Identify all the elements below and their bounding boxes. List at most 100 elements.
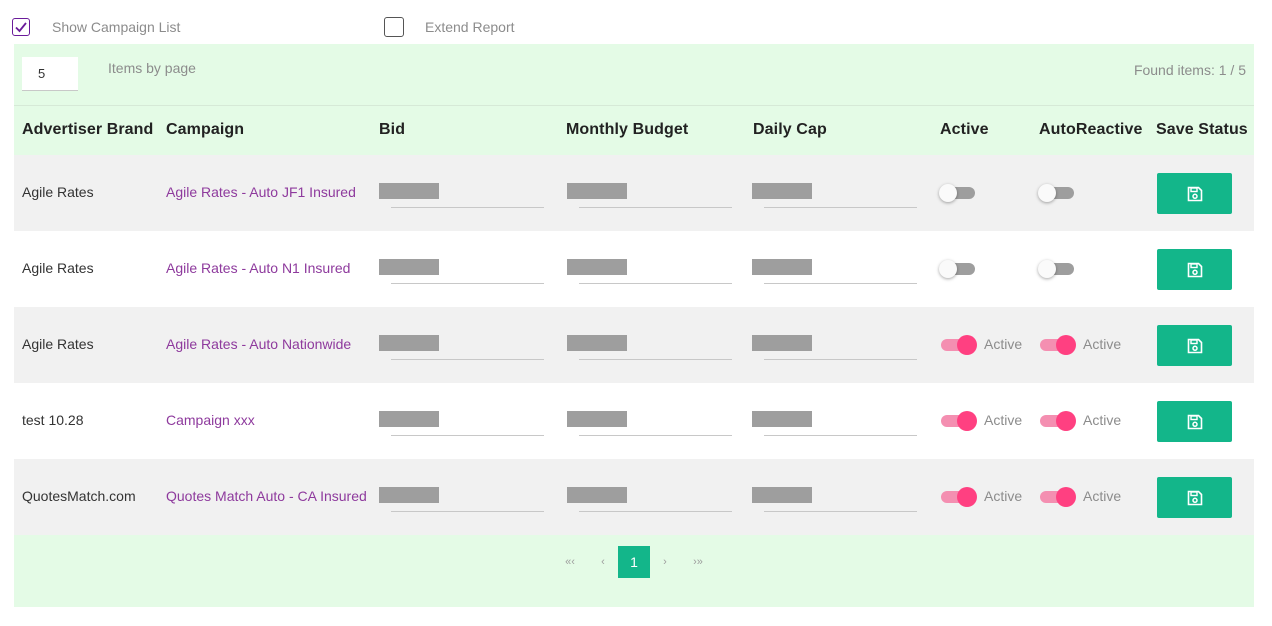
table-row: Agile Rates Agile Rates - Auto JF1 Insure… xyxy=(14,155,1254,231)
floppy-disk-icon xyxy=(1187,186,1202,201)
active-toggle-label: Active xyxy=(984,336,1023,352)
daily-cap-input[interactable] xyxy=(752,259,917,284)
advertiser-brand-cell: Agile Rates xyxy=(22,336,94,352)
found-items-count: Found items: 1 / 5 xyxy=(1133,62,1246,78)
bid-underline xyxy=(391,283,544,284)
monthly-budget-input[interactable] xyxy=(567,183,732,208)
autoreactive-toggle-label: Active xyxy=(1083,336,1122,352)
floppy-disk-icon xyxy=(1187,338,1202,353)
table-row: QuotesMatch.com Quotes Match Auto - CA In… xyxy=(14,459,1254,535)
autoreactive-toggle-knob xyxy=(1056,411,1076,431)
save-status-button[interactable] xyxy=(1157,401,1232,442)
pagination-next[interactable]: › xyxy=(654,546,676,578)
bid-value-redacted xyxy=(379,259,439,275)
pagination-last[interactable]: ›» xyxy=(686,546,710,578)
bid-value-redacted xyxy=(379,411,439,427)
campaign-link[interactable]: Agile Rates - Auto N1 Insured xyxy=(166,260,350,276)
save-status-button[interactable] xyxy=(1157,173,1232,214)
autoreactive-toggle-knob xyxy=(1056,487,1076,507)
extend-report-checkbox[interactable] xyxy=(384,17,404,37)
monthly-budget-input[interactable] xyxy=(567,487,732,512)
bid-input[interactable] xyxy=(379,183,544,208)
active-toggle-knob xyxy=(939,260,957,278)
advertiser-brand-cell: QuotesMatch.com xyxy=(22,488,136,504)
monthly-budget-input[interactable] xyxy=(567,335,732,360)
autoreactive-toggle-label: Active xyxy=(1083,488,1122,504)
header-campaign: Campaign xyxy=(166,121,245,138)
header-divider xyxy=(14,105,1254,106)
active-toggle[interactable] xyxy=(939,487,979,507)
campaign-link[interactable]: Agile Rates - Auto Nationwide xyxy=(166,336,351,352)
campaign-link[interactable]: Quotes Match Auto - CA Insured xyxy=(166,488,367,504)
bid-input[interactable] xyxy=(379,335,544,360)
daily-cap-input[interactable] xyxy=(752,411,917,436)
active-toggle[interactable] xyxy=(939,184,979,202)
autoreactive-toggle[interactable] xyxy=(1038,184,1078,202)
bid-value-redacted xyxy=(379,335,439,351)
header-autoreactive: AutoReactive xyxy=(1039,121,1143,138)
monthly-budget-underline xyxy=(579,359,732,360)
monthly-budget-input[interactable] xyxy=(567,259,732,284)
monthly-budget-value-redacted xyxy=(567,335,627,351)
monthly-budget-value-redacted xyxy=(567,411,627,427)
advertiser-brand-cell: Agile Rates xyxy=(22,260,94,276)
daily-cap-value-redacted xyxy=(752,487,812,503)
daily-cap-underline xyxy=(764,511,917,512)
daily-cap-value-redacted xyxy=(752,183,812,199)
autoreactive-toggle[interactable] xyxy=(1038,260,1078,278)
active-toggle[interactable] xyxy=(939,335,979,355)
pagination-first[interactable]: «‹ xyxy=(558,546,582,578)
active-toggle-label: Active xyxy=(984,412,1023,428)
monthly-budget-value-redacted xyxy=(567,259,627,275)
active-toggle-knob xyxy=(957,335,977,355)
monthly-budget-underline xyxy=(579,435,732,436)
active-toggle[interactable] xyxy=(939,260,979,278)
bid-underline xyxy=(391,207,544,208)
autoreactive-toggle-knob xyxy=(1038,260,1056,278)
daily-cap-input[interactable] xyxy=(752,183,917,208)
items-per-page-input[interactable] xyxy=(22,57,78,91)
campaign-link[interactable]: Campaign xxx xyxy=(166,412,255,428)
daily-cap-input[interactable] xyxy=(752,487,917,512)
autoreactive-toggle[interactable] xyxy=(1038,335,1078,355)
bid-underline xyxy=(391,435,544,436)
extend-report-label: Extend Report xyxy=(425,19,515,35)
bid-input[interactable] xyxy=(379,487,544,512)
header-active: Active xyxy=(940,121,989,138)
autoreactive-toggle[interactable] xyxy=(1038,487,1078,507)
save-status-button[interactable] xyxy=(1157,477,1232,518)
bid-input[interactable] xyxy=(379,411,544,436)
bid-underline xyxy=(391,511,544,512)
bid-value-redacted xyxy=(379,183,439,199)
extend-report-option[interactable]: Extend Report xyxy=(384,16,515,38)
show-campaign-list-option[interactable]: Show Campaign List xyxy=(12,16,180,38)
daily-cap-underline xyxy=(764,435,917,436)
header-monthly-budget: Monthly Budget xyxy=(566,121,689,138)
floppy-disk-icon xyxy=(1187,262,1202,277)
active-toggle-knob xyxy=(957,487,977,507)
daily-cap-underline xyxy=(764,207,917,208)
header-save-status: Save Status xyxy=(1156,121,1248,138)
save-status-button[interactable] xyxy=(1157,249,1232,290)
bid-input[interactable] xyxy=(379,259,544,284)
active-toggle[interactable] xyxy=(939,411,979,431)
monthly-budget-underline xyxy=(579,207,732,208)
daily-cap-input[interactable] xyxy=(752,335,917,360)
floppy-disk-icon xyxy=(1187,414,1202,429)
save-status-button[interactable] xyxy=(1157,325,1232,366)
active-toggle-knob xyxy=(939,184,957,202)
table-row: Agile Rates Agile Rates - Auto Nationwide… xyxy=(14,307,1254,383)
autoreactive-toggle[interactable] xyxy=(1038,411,1078,431)
monthly-budget-value-redacted xyxy=(567,487,627,503)
show-campaign-list-checkbox[interactable] xyxy=(12,18,30,36)
campaign-link[interactable]: Agile Rates - Auto JF1 Insured xyxy=(166,184,356,200)
header-bid: Bid xyxy=(379,121,406,138)
items-per-page-label: Items by page xyxy=(108,60,196,76)
header-daily-cap: Daily Cap xyxy=(753,121,827,138)
monthly-budget-input[interactable] xyxy=(567,411,732,436)
pagination-page-current[interactable]: 1 xyxy=(618,546,650,578)
autoreactive-toggle-knob xyxy=(1056,335,1076,355)
pagination-prev[interactable]: ‹ xyxy=(592,546,614,578)
check-icon xyxy=(15,22,27,33)
advertiser-brand-cell: Agile Rates xyxy=(22,184,94,200)
